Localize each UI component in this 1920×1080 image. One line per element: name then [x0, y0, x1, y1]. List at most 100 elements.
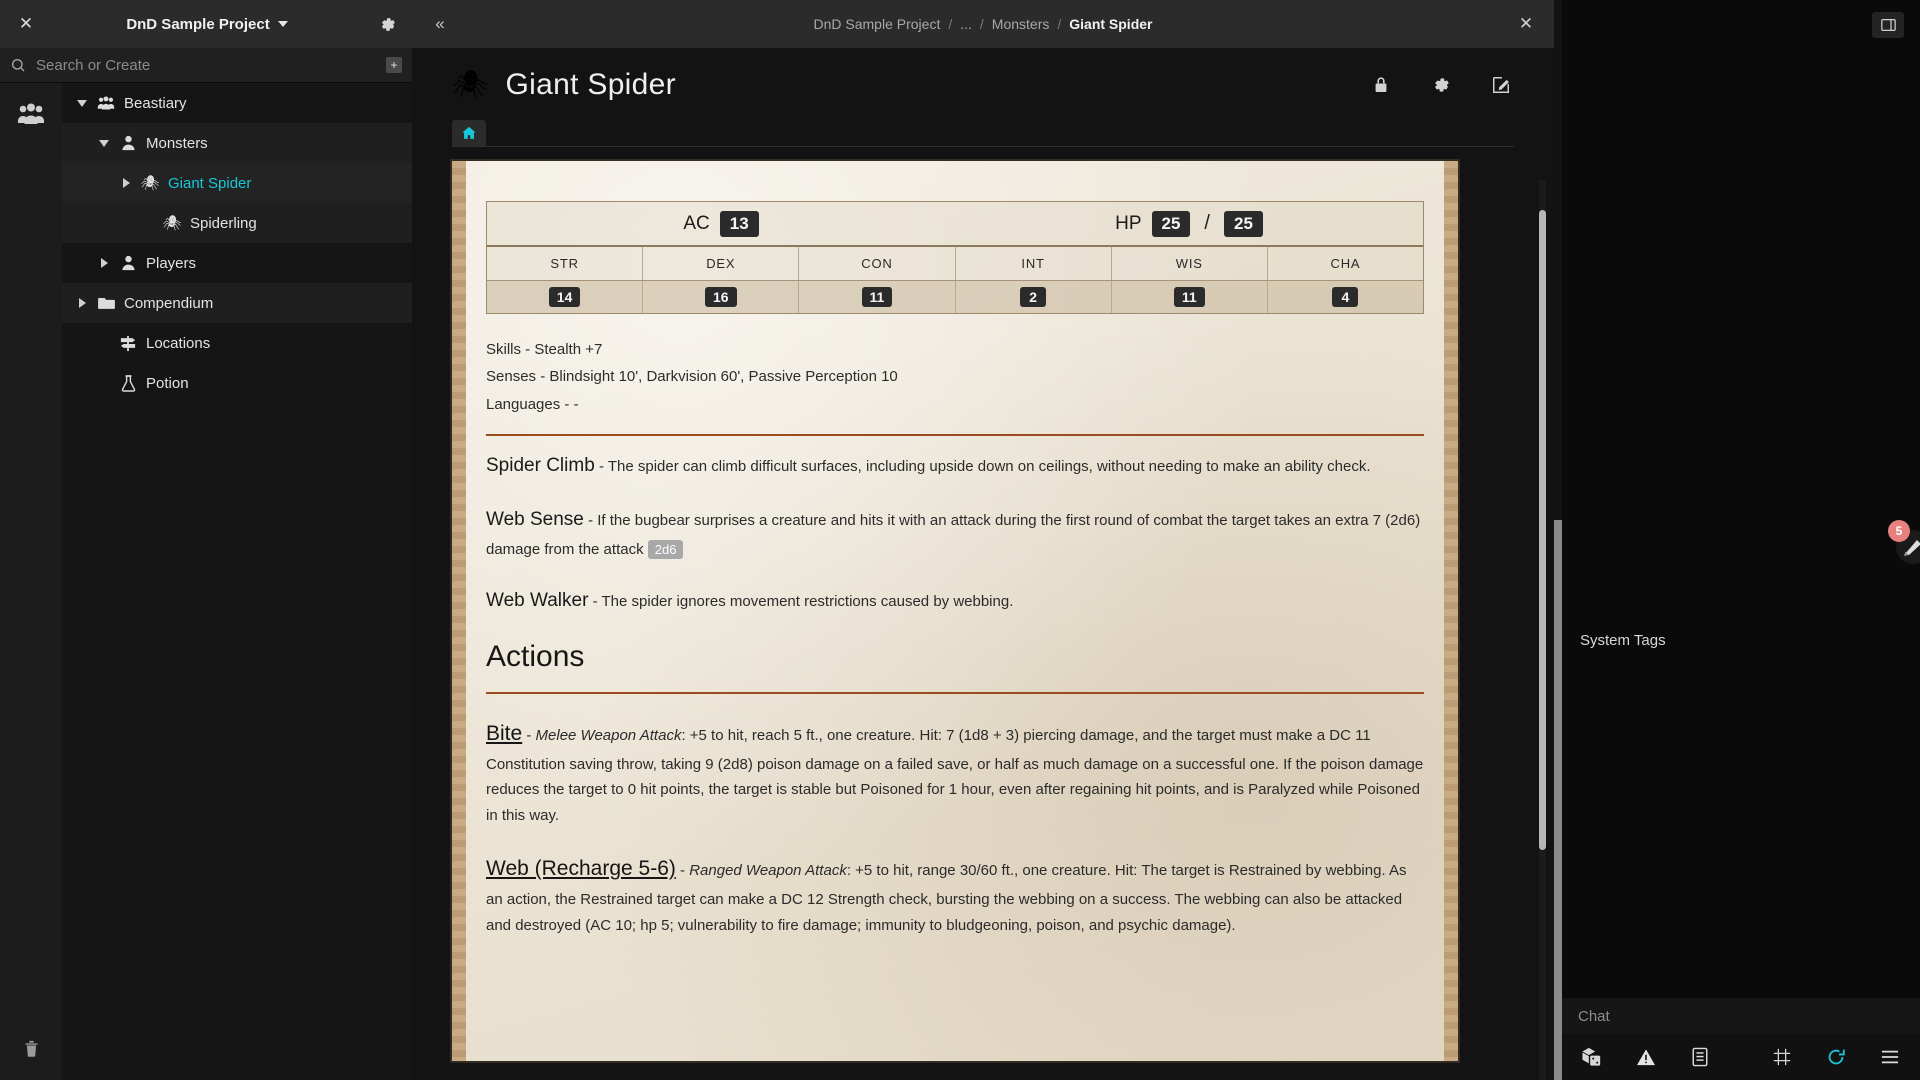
person-icon	[119, 134, 137, 152]
ability-score: 11	[1173, 287, 1205, 307]
hp-current[interactable]: 25	[1151, 210, 1191, 237]
grid-button[interactable]	[1770, 1045, 1794, 1069]
dice-button[interactable]	[1580, 1045, 1604, 1069]
gear-icon	[381, 17, 395, 31]
breadcrumb-link[interactable]: ...	[960, 16, 972, 32]
project-title[interactable]: DnD Sample Project	[50, 16, 364, 33]
right-panel-scrollbar[interactable]	[1554, 520, 1562, 1080]
tree-toggle[interactable]	[76, 297, 88, 309]
sidebar-item-beastiary[interactable]: Beastiary	[62, 83, 412, 123]
panel-expand-icon	[1880, 18, 1896, 32]
parchment-right-edge	[1444, 161, 1458, 1061]
sidebar-item-potion[interactable]: Potion	[62, 363, 412, 403]
chat-input-area[interactable]	[1562, 998, 1920, 1034]
warning-button[interactable]	[1634, 1045, 1658, 1069]
create-new-button[interactable]: +	[386, 57, 402, 73]
ability-score: 11	[861, 287, 893, 307]
group-icon	[97, 94, 115, 112]
document-actions	[1368, 72, 1514, 98]
chevron-right-icon	[100, 258, 108, 268]
search-input[interactable]	[36, 56, 376, 74]
collapse-sidebar-button[interactable]: «	[426, 10, 454, 38]
settings-button[interactable]	[1428, 72, 1454, 98]
document-scrollbar-thumb[interactable]	[1539, 210, 1546, 850]
tree-toggle[interactable]	[98, 257, 110, 269]
refresh-button[interactable]	[1824, 1045, 1848, 1069]
action-name[interactable]: Bite	[486, 722, 522, 745]
sidebar-item-players[interactable]: Players	[62, 243, 412, 283]
ability-value-con[interactable]: 11	[799, 281, 956, 313]
edit-button[interactable]	[1488, 72, 1514, 98]
parchment-left-edge	[452, 161, 466, 1061]
sidebar-item-giant-spider[interactable]: 🕷 Giant Spider	[62, 163, 412, 203]
lock-button[interactable]	[1368, 72, 1394, 98]
sidebar-header: ✕ DnD Sample Project	[0, 0, 412, 48]
hp-max[interactable]: 25	[1223, 210, 1263, 237]
tree-toggle[interactable]	[98, 377, 110, 389]
folder-icon	[97, 294, 115, 312]
trait-dash: -	[598, 457, 604, 475]
warning-icon	[1637, 1049, 1655, 1066]
trait-dash: -	[592, 592, 598, 610]
tree-toggle[interactable]	[120, 177, 132, 189]
statblock-table: AC 13 HP 25 / 25 STR DEX CON INT WIS CHA 14	[486, 201, 1424, 314]
tree-toggle[interactable]	[76, 97, 88, 109]
sidebar-item-label: Giant Spider	[168, 174, 252, 192]
damage-roll-tag[interactable]: 2d6	[647, 540, 684, 560]
search-bar[interactable]: +	[0, 48, 412, 83]
tree-toggle[interactable]	[98, 337, 110, 349]
actions-divider-rule	[486, 691, 1424, 694]
panel-expand-button[interactable]	[1872, 12, 1904, 38]
party-icon	[18, 103, 44, 124]
ac-value[interactable]: 13	[719, 210, 759, 237]
project-settings-button[interactable]	[374, 11, 400, 37]
left-sidebar: ✕ DnD Sample Project +	[0, 0, 412, 1080]
main-panel: « DnD Sample Project /... / Monsters / Giant …	[412, 0, 1554, 1080]
close-project-button[interactable]: ✕	[12, 10, 40, 38]
armor-class: AC 13	[487, 210, 955, 237]
close-document-button[interactable]: ✕	[1512, 10, 1540, 38]
ability-value-str[interactable]: 14	[487, 281, 644, 313]
notes-button[interactable]	[1688, 1045, 1712, 1069]
document-tabs	[452, 120, 1514, 147]
main-toolbar: « DnD Sample Project /... / Monsters / Giant …	[412, 0, 1554, 48]
breadcrumb-link[interactable]: DnD Sample Project	[814, 16, 941, 32]
sidebar-item-locations[interactable]: Locations	[62, 323, 412, 363]
ability-value-cha[interactable]: 4	[1268, 281, 1423, 313]
action-name[interactable]: Web (Recharge 5-6)	[486, 857, 676, 880]
ability-header-int: INT	[956, 247, 1112, 280]
menu-button[interactable]	[1878, 1045, 1902, 1069]
breadcrumb-link[interactable]: Monsters	[992, 16, 1050, 32]
divider-rule	[486, 433, 1424, 436]
chat-input[interactable]	[1578, 1007, 1904, 1025]
breadcrumb-separator: /	[979, 16, 984, 32]
flask-icon	[119, 374, 137, 392]
tree-toggle[interactable]	[142, 217, 154, 229]
rail-party-button[interactable]	[11, 97, 51, 131]
ability-header-dex: DEX	[643, 247, 800, 280]
ability-headers: STR DEX CON INT WIS CHA	[487, 245, 1423, 281]
sidebar-item-spiderling[interactable]: 🕷 Spiderling	[62, 203, 412, 243]
ability-header-wis: WIS	[1112, 247, 1268, 280]
statblock-parchment: AC 13 HP 25 / 25 STR DEX CON INT WIS CHA 14	[452, 161, 1458, 1061]
signpost-icon	[119, 334, 137, 352]
tab-home[interactable]	[452, 120, 486, 146]
ability-value-wis[interactable]: 11	[1112, 281, 1268, 313]
notification-badge[interactable]: 5	[1888, 520, 1910, 542]
ability-score: 16	[704, 287, 737, 307]
ability-value-dex[interactable]: 16	[643, 281, 800, 313]
rail-trash-button[interactable]	[0, 1039, 62, 1058]
home-icon	[462, 126, 476, 139]
document-scroll-area: AC 13 HP 25 / 25 STR DEX CON INT WIS CHA 14	[412, 147, 1554, 1080]
trait-name: Web Sense	[486, 509, 584, 531]
sidebar-item-compendium[interactable]: Compendium	[62, 283, 412, 323]
sidebar-item-label: Compendium	[124, 294, 214, 312]
tree-toggle[interactable]	[98, 137, 110, 149]
sidebar-item-monsters[interactable]: Monsters	[62, 123, 412, 163]
breadcrumb-current: Giant Spider	[1069, 16, 1153, 32]
breadcrumb-separator: /	[948, 16, 953, 32]
traits-list: Spider Climb - The spider can climb diff…	[486, 450, 1424, 618]
action-attack-type: Melee Weapon Attack	[535, 726, 682, 744]
ability-value-int[interactable]: 2	[956, 281, 1112, 313]
trait-block: Web Walker - The spider ignores movement…	[486, 585, 1424, 618]
